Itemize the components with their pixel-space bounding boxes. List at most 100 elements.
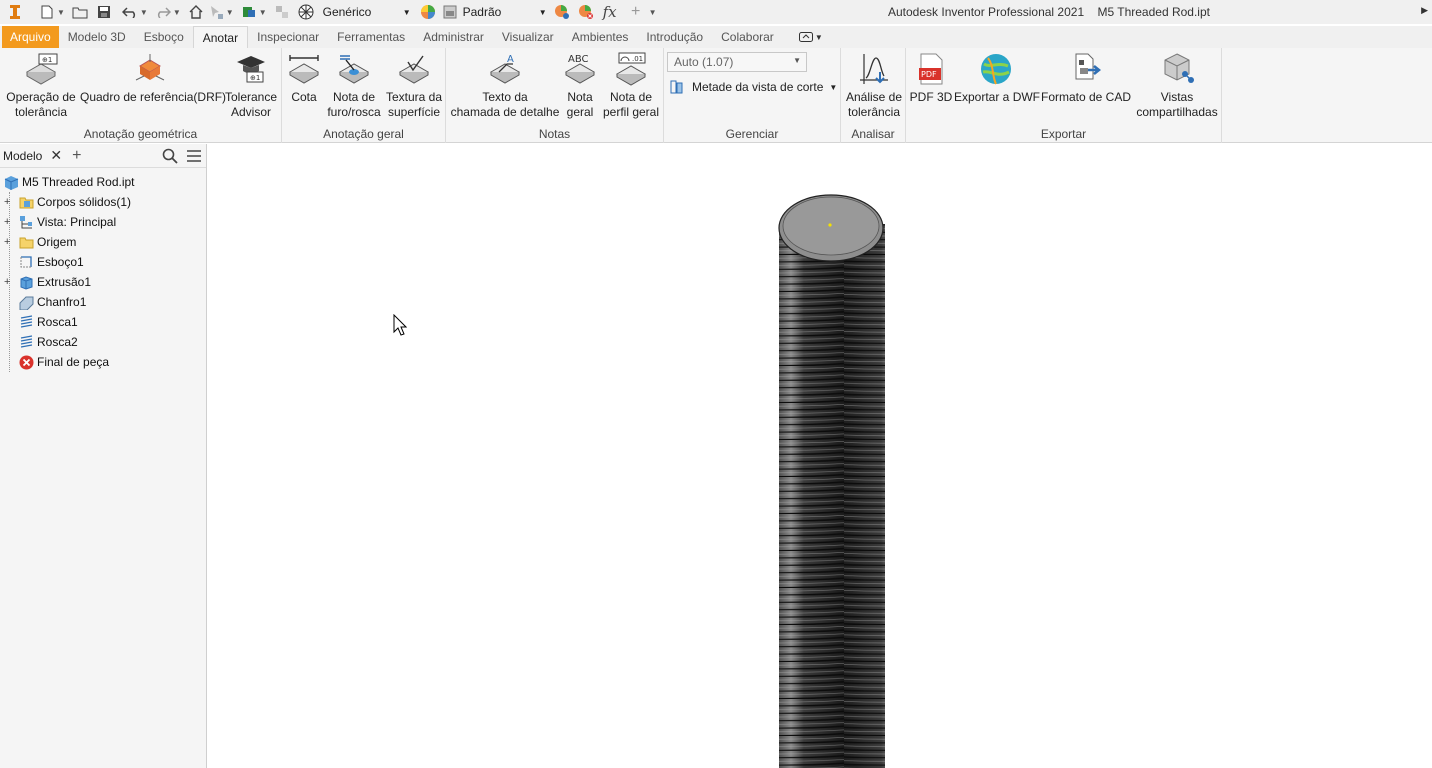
tree-root-part[interactable]: M5 Threaded Rod.ipt <box>0 172 207 192</box>
tab-modelo-3d[interactable]: Modelo 3D <box>59 26 135 48</box>
update-icon[interactable] <box>240 2 258 22</box>
inventor-logo-icon[interactable] <box>6 2 24 22</box>
tree-node-chamfer[interactable]: Chanfro1 <box>0 292 207 312</box>
redo-icon[interactable] <box>154 2 172 22</box>
general-note-icon: ABC <box>564 54 596 84</box>
ilogic-icon[interactable] <box>273 2 291 22</box>
tolerance-feature-button[interactable]: ⊕1 Operação de tolerância <box>6 52 76 120</box>
expand-icon[interactable]: + <box>4 276 13 287</box>
dimension-label: Cota <box>291 90 317 104</box>
clear-appearance-icon[interactable] <box>577 2 595 22</box>
shared-views-label-2: compartilhadas <box>1136 105 1218 119</box>
add-plus-icon[interactable]: + <box>627 2 645 22</box>
origin-point-marker <box>828 223 832 227</box>
tab-colaborar[interactable]: Colaborar <box>712 26 783 48</box>
home-icon[interactable] <box>187 2 205 22</box>
close-icon[interactable]: ✕ <box>50 147 62 164</box>
tab-visualizar[interactable]: Visualizar <box>493 26 563 48</box>
rod-body[interactable] <box>779 224 885 768</box>
threaded-rod-model[interactable] <box>208 144 1432 768</box>
panel-anotacao-geral: Cota Nota de furo/rosca Textura da super… <box>282 48 446 143</box>
ribbon-tabs: Arquivo Modelo 3D Esboço Anotar Inspecio… <box>0 26 1432 48</box>
cad-format-label: Formato de CAD <box>1040 90 1132 104</box>
customize-qat-icon[interactable]: ▼ <box>649 8 657 17</box>
tree-node-sketch[interactable]: Esboço1 <box>0 252 207 272</box>
tab-ambientes[interactable]: Ambientes <box>563 26 638 48</box>
ribbon-display-toggle[interactable]: ▼ <box>791 26 831 48</box>
profile-note-label-2: perfil geral <box>602 105 660 119</box>
undo-icon[interactable] <box>121 2 139 22</box>
tree-node-thread-1[interactable]: Rosca1 <box>0 312 207 332</box>
cad-format-button[interactable]: Formato de CAD <box>1040 52 1132 105</box>
search-icon[interactable] <box>162 148 178 164</box>
pdf-3d-label: PDF 3D <box>909 90 953 104</box>
datum-reference-frame-button[interactable]: Quadro de referência(DRF) <box>80 52 226 105</box>
browser-tab-modelo[interactable]: Modelo <box>3 149 42 163</box>
tree-node-label: Rosca2 <box>37 335 78 349</box>
document-title: M5 Threaded Rod.ipt <box>1097 5 1210 19</box>
tree-node-solid-bodies[interactable]: + Corpos sólidos(1) <box>0 192 207 212</box>
select-priority-icon[interactable] <box>207 2 225 22</box>
tolerance-analysis-label-1: Análise de <box>845 90 903 104</box>
section-view-select[interactable]: Metade da vista de corte ▼ <box>670 78 837 96</box>
parameters-fx-icon[interactable]: fx <box>601 2 619 22</box>
tree-node-extrusion[interactable]: + Extrusão1 <box>0 272 207 292</box>
tolerance-advisor-button[interactable]: ⊕1 Tolerance Advisor <box>224 52 278 120</box>
expand-icon[interactable]: + <box>4 216 13 227</box>
tab-administrar[interactable]: Administrar <box>414 26 493 48</box>
more-arrow-icon[interactable]: ▶ <box>1421 5 1428 16</box>
leader-text-label-1: Texto da <box>482 90 528 104</box>
surface-texture-button[interactable]: Textura da superfície <box>384 52 444 120</box>
add-browser-icon[interactable]: + <box>72 147 81 165</box>
tolerance-analysis-button[interactable]: Análise de tolerância <box>843 52 905 120</box>
tab-introducao[interactable]: Introdução <box>637 26 712 48</box>
scale-select[interactable]: Auto (1.07) ▼ <box>667 52 807 72</box>
leader-text-label-2: chamada de detalhe <box>450 105 560 119</box>
tab-anotar[interactable]: Anotar <box>192 26 249 48</box>
leader-text-button[interactable]: A Texto da chamada de detalhe <box>450 52 560 120</box>
tab-ferramentas[interactable]: Ferramentas <box>328 26 414 48</box>
material-sphere-icon[interactable] <box>297 2 315 22</box>
window-title: Autodesk Inventor Professional 2021 M5 T… <box>888 5 1210 19</box>
pdf-3d-button[interactable]: PDF PDF 3D <box>908 52 954 105</box>
export-dwf-button[interactable]: Exportar a DWF <box>954 52 1040 105</box>
tab-inspecionar[interactable]: Inspecionar <box>248 26 328 48</box>
appearance-select[interactable]: Padrão ▼ <box>459 2 551 22</box>
tree-node-view[interactable]: + Vista: Principal <box>0 212 207 232</box>
undo-dropdown-icon[interactable]: ▼ <box>140 8 148 17</box>
tree-node-thread-2[interactable]: Rosca2 <box>0 332 207 352</box>
profile-note-button[interactable]: .01 Nota de perfil geral <box>600 52 662 120</box>
thread-icon <box>20 335 33 348</box>
dimension-button[interactable]: Cota <box>284 52 324 105</box>
tolerance-feature-label-1: Operação de <box>6 90 76 104</box>
tab-esboco[interactable]: Esboço <box>135 26 193 48</box>
shared-views-label-1: Vistas <box>1160 90 1194 104</box>
general-note-button[interactable]: ABC Nota geral <box>562 52 598 120</box>
menu-icon[interactable] <box>186 148 202 164</box>
panel-exportar: PDF PDF 3D Exportar a DWF Formato de CAD <box>906 48 1222 143</box>
new-file-icon[interactable] <box>38 2 56 22</box>
tree-node-origin[interactable]: + Origem <box>0 232 207 252</box>
expand-icon[interactable]: + <box>4 236 13 247</box>
update-dropdown-icon[interactable]: ▼ <box>259 8 267 17</box>
graphics-viewport[interactable] <box>208 144 1432 768</box>
tab-arquivo[interactable]: Arquivo <box>2 26 59 48</box>
appearance-color-icon[interactable] <box>419 2 437 22</box>
redo-dropdown-icon[interactable]: ▼ <box>173 8 181 17</box>
panel-anotacao-geometrica: ⊕1 Operação de tolerância Quadro de refe… <box>0 48 282 143</box>
panel-notas: A Texto da chamada de detalhe ABC Nota g… <box>446 48 664 143</box>
panel-title-analisar: Analisar <box>851 127 895 141</box>
material-select[interactable]: Genérico ▼ <box>319 2 415 22</box>
save-icon[interactable] <box>95 2 113 22</box>
adjust-appearance-icon[interactable] <box>553 2 571 22</box>
new-file-dropdown-icon[interactable]: ▼ <box>57 8 65 17</box>
select-dropdown-icon[interactable]: ▼ <box>226 8 234 17</box>
hole-thread-note-button[interactable]: Nota de furo/rosca <box>326 52 382 120</box>
panel-title-anotacao-geral: Anotação geral <box>323 127 404 141</box>
shared-views-button[interactable]: Vistas compartilhadas <box>1134 52 1220 120</box>
open-folder-icon[interactable] <box>71 2 89 22</box>
shared-views-icon <box>1164 53 1194 83</box>
ribbon: ⊕1 Operação de tolerância Quadro de refe… <box>0 48 1432 143</box>
expand-icon[interactable]: + <box>4 196 13 207</box>
tree-node-end-of-part[interactable]: Final de peça <box>0 352 207 372</box>
